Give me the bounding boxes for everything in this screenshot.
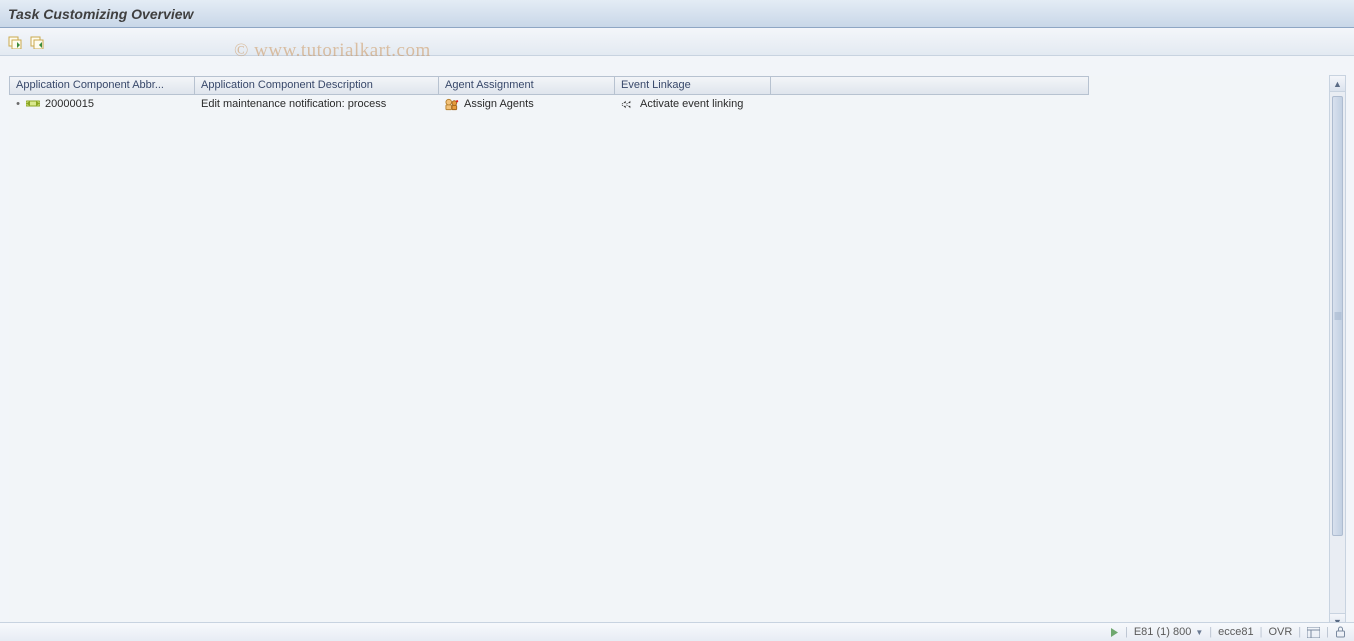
status-bar: | E81 (1) 800 ▼ | ecce81 | OVR | | xyxy=(0,622,1354,641)
status-sep: | xyxy=(1125,626,1128,638)
divider-strip xyxy=(0,56,1354,76)
chevron-down-icon: ▼ xyxy=(1195,628,1203,637)
activate-event-icon xyxy=(621,97,635,111)
status-layout-button[interactable] xyxy=(1307,627,1320,638)
status-sep: | xyxy=(1298,626,1301,638)
expand-all-button[interactable] xyxy=(6,33,24,51)
table-body: • 20000015 Edit maintenance notification… xyxy=(9,95,1325,113)
tree-bullet-icon: • xyxy=(15,97,21,111)
column-header-blank[interactable] xyxy=(771,76,1089,95)
workflow-task-icon xyxy=(26,97,40,111)
assign-agents-icon xyxy=(445,97,459,111)
cell-blank xyxy=(771,102,1089,106)
table-row[interactable]: • 20000015 Edit maintenance notification… xyxy=(9,95,1325,113)
column-header-row: Application Component Abbr... Applicatio… xyxy=(9,76,1325,95)
task-table: Application Component Abbr... Applicatio… xyxy=(9,76,1325,628)
cell-desc-text: Edit maintenance notification: process xyxy=(201,98,386,110)
cell-agent-text: Assign Agents xyxy=(464,98,534,110)
status-nav-indicator[interactable] xyxy=(1110,628,1119,637)
status-server-text: ecce81 xyxy=(1218,626,1253,638)
column-header-event[interactable]: Event Linkage xyxy=(615,76,771,95)
status-server[interactable]: ecce81 xyxy=(1218,626,1253,638)
status-sep: | xyxy=(1209,626,1212,638)
lock-icon xyxy=(1335,626,1346,638)
status-system-text: E81 (1) 800 xyxy=(1134,626,1191,638)
status-system[interactable]: E81 (1) 800 ▼ xyxy=(1134,626,1203,638)
collapse-all-button[interactable] xyxy=(28,33,46,51)
status-mode-text: OVR xyxy=(1268,626,1292,638)
layout-icon xyxy=(1307,627,1320,638)
scroll-thumb[interactable] xyxy=(1332,96,1343,536)
title-bar: Task Customizing Overview xyxy=(0,0,1354,28)
status-sep: | xyxy=(1260,626,1263,638)
app-toolbar xyxy=(0,28,1354,56)
column-header-abbr[interactable]: Application Component Abbr... xyxy=(9,76,195,95)
scroll-up-button[interactable]: ▲ xyxy=(1330,76,1345,92)
scroll-grip-icon xyxy=(1334,313,1341,320)
column-header-agent[interactable]: Agent Assignment xyxy=(439,76,615,95)
vertical-scrollbar[interactable]: ▲ ▼ xyxy=(1329,75,1346,630)
cell-event[interactable]: Activate event linking xyxy=(615,95,771,113)
play-icon xyxy=(1110,628,1119,637)
cell-abbr[interactable]: • 20000015 xyxy=(9,95,195,113)
status-mode[interactable]: OVR xyxy=(1268,626,1292,638)
expand-all-icon xyxy=(8,35,22,49)
cell-desc: Edit maintenance notification: process xyxy=(195,96,439,112)
cell-abbr-text: 20000015 xyxy=(45,98,94,110)
page-title: Task Customizing Overview xyxy=(8,6,193,22)
cell-agent[interactable]: Assign Agents xyxy=(439,95,615,113)
collapse-all-icon xyxy=(30,35,44,49)
column-header-desc[interactable]: Application Component Description xyxy=(195,76,439,95)
chevron-up-icon: ▲ xyxy=(1333,79,1342,89)
status-sep: | xyxy=(1326,626,1329,638)
cell-event-text: Activate event linking xyxy=(640,98,743,110)
status-lock-button[interactable] xyxy=(1335,626,1346,638)
